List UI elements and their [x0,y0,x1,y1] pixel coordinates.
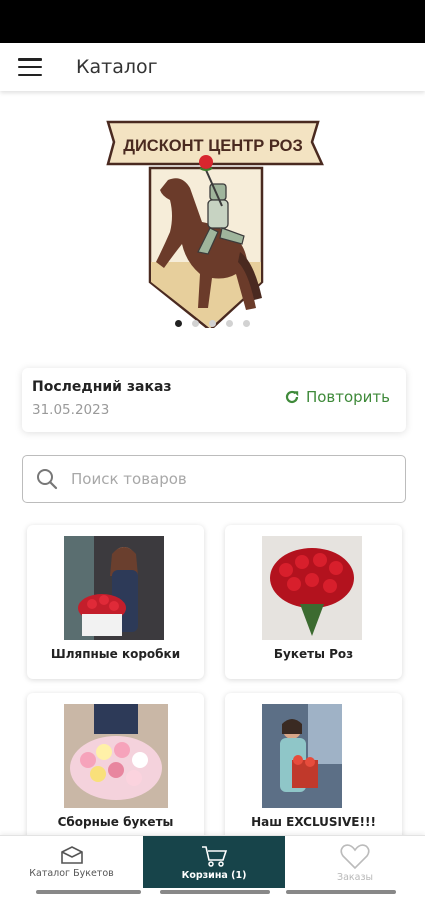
last-order-card: Последний заказ 31.05.2023 Повторить [22,368,406,432]
category-label: Букеты Роз [273,647,354,661]
category-card-exclusive[interactable]: Наш EXCLUSIVE!!! [225,693,402,847]
last-order-title: Последний заказ [32,379,172,395]
carousel-dot[interactable] [226,320,233,327]
category-label: Наш EXCLUSIVE!!! [251,815,376,829]
refresh-icon [285,390,299,404]
category-image [262,536,362,640]
nav-orders[interactable]: Заказы [285,836,425,889]
category-image [64,536,164,640]
nav-cart[interactable]: Корзина (1) [143,836,285,889]
category-label: Сборные букеты [57,815,174,829]
repeat-order-button[interactable]: Повторить [284,388,390,406]
nav-catalog[interactable]: Каталог Букетов [0,836,143,889]
category-card-mixed-bouquets[interactable]: Сборные букеты [27,693,204,847]
shopping-cart-icon [202,846,228,867]
heart-icon [340,844,370,870]
carousel-dot[interactable] [175,320,182,327]
last-order-date: 31.05.2023 [32,402,110,418]
flower-box-icon [60,846,83,864]
status-bar [0,0,425,43]
category-image [64,704,168,808]
nav-orders-label: Заказы [336,872,374,883]
bottom-navigation: Каталог Букетов Корзина (1) Заказы [0,835,425,889]
page-title: Каталог [76,56,158,78]
app-bar: Каталог [0,43,425,91]
carousel-dots [0,320,425,327]
category-card-rose-bouquets[interactable]: Букеты Роз [225,525,402,679]
repeat-order-label: Повторить [305,388,390,406]
banner-carousel[interactable]: ДИСКОНТ ЦЕНТР РОЗ [0,112,425,344]
category-image [262,704,342,808]
nav-catalog-label: Каталог Букетов [29,868,114,879]
search-icon [37,469,58,490]
logo-text: ДИСКОНТ ЦЕНТР РОЗ [123,137,303,155]
search-field[interactable] [22,455,406,503]
search-input[interactable] [71,470,371,488]
discount-rose-center-logo: ДИСКОНТ ЦЕНТР РОЗ [106,120,324,328]
carousel-dot[interactable] [192,320,199,327]
carousel-dot[interactable] [243,320,250,327]
hamburger-menu-icon[interactable] [0,43,60,91]
nav-cart-label: Корзина (1) [181,870,247,881]
category-label: Шляпные коробки [50,647,181,661]
carousel-dot[interactable] [209,320,216,327]
category-card-hat-boxes[interactable]: Шляпные коробки [27,525,204,679]
gesture-bar [0,888,425,900]
